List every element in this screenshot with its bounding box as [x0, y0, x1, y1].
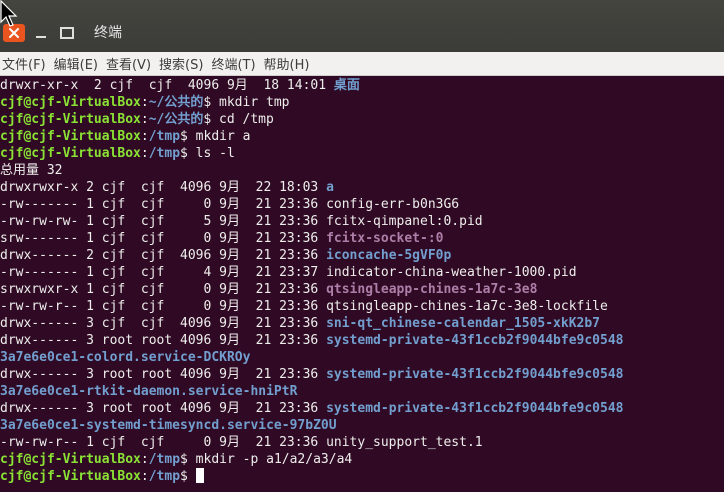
prompt-user: cjf@cjf-VirtualBox — [0, 129, 141, 144]
socket-name: qtsingleapp-chines-1a7c-3e8 — [326, 282, 538, 297]
minimize-icon — [36, 36, 46, 38]
text-segment: drwx------ 3 root root 4096 9月 21 23:36 — [0, 333, 327, 348]
prompt-path: /tmp — [148, 452, 181, 467]
directory-name: systemd-private-43f1ccb2f9044bfe9c0548 — [326, 333, 624, 348]
prompt-line: cjf@cjf-VirtualBox:/tmp$ ls -l — [0, 145, 235, 162]
menu-bar: 文件(F) 编辑(E) 查看(V) 搜索(S) 终端(T) 帮助(H) — [0, 52, 724, 76]
directory-name: iconcache-5gVF0p — [326, 248, 452, 263]
text-segment: drwx------ 3 root root 4096 9月 21 23:36 — [0, 367, 327, 382]
output-line: -rw------- 1 cjf cjf 4 9月 21 23:37 indic… — [0, 264, 577, 281]
text-segment: drwx------ 2 cjf cjf 4096 9月 21 23:36 — [0, 248, 327, 263]
text-segment: -rw------- 1 cjf cjf 0 9月 21 23:36 confi… — [0, 197, 460, 212]
window-title: 终端 — [94, 25, 122, 41]
text-segment: srw------- 1 cjf cjf 0 9月 21 23:36 — [0, 231, 327, 246]
terminal-output[interactable]: drwxr-xr-x 2 cjf cjf 4096 9月 18 14:01 桌面… — [0, 76, 724, 492]
prompt-line: cjf@cjf-VirtualBox:~/公共的$ mkdir tmp — [0, 94, 289, 111]
directory-name: 3a7e6e0ce1-rtkit-daemon.service-hniPtR — [0, 384, 298, 399]
prompt-user: cjf@cjf-VirtualBox — [0, 452, 141, 467]
prompt-user: cjf@cjf-VirtualBox — [0, 112, 141, 127]
text-segment: srwxrwxr-x 1 cjf cjf 0 9月 21 23:36 — [0, 282, 327, 297]
directory-name: sni-qt_chinese-calendar_1505-xkK2b7 — [326, 316, 601, 331]
text-segment: drwx------ 3 root root 4096 9月 21 23:36 — [0, 401, 327, 416]
output-line: drwx------ 3 root root 4096 9月 21 23:36 … — [0, 332, 624, 349]
menu-file[interactable]: 文件(F) — [0, 54, 52, 73]
menu-edit[interactable]: 编辑(E) — [52, 54, 104, 73]
menu-terminal[interactable]: 终端(T) — [209, 54, 261, 73]
output-line: -rw-rw-r-- 1 cjf cjf 0 9月 21 23:36 qtsin… — [0, 298, 608, 315]
minimize-button[interactable] — [30, 24, 52, 42]
text-segment: : — [140, 95, 149, 110]
text-segment: $ ls -l — [180, 146, 235, 161]
output-line: 3a7e6e0ce1-systemd-timesyncd.service-97b… — [0, 417, 337, 434]
output-line: drwxrwxr-x 2 cjf cjf 4096 9月 22 18:03 a — [0, 179, 334, 196]
text-segment: $ — [180, 469, 196, 484]
directory-name: systemd-private-43f1ccb2f9044bfe9c0548 — [326, 401, 624, 416]
prompt-line: cjf@cjf-VirtualBox:/tmp$ — [0, 468, 204, 485]
prompt-path: /tmp — [148, 146, 181, 161]
text-segment: drwx------ 3 cjf cjf 4096 9月 21 23:36 — [0, 316, 327, 331]
text-segment: : — [140, 146, 149, 161]
menu-search[interactable]: 搜索(S) — [157, 54, 209, 73]
menu-view[interactable]: 查看(V) — [104, 54, 157, 73]
text-segment: drwxr-xr-x 2 cjf cjf 4096 9月 18 14:01 — [0, 78, 334, 93]
menu-help[interactable]: 帮助(H) — [262, 54, 316, 73]
directory-name: 3a7e6e0ce1-colord.service-DCKROy — [0, 350, 251, 365]
text-segment: : — [140, 112, 149, 127]
directory-name: 3a7e6e0ce1-systemd-timesyncd.service-97b… — [0, 418, 337, 433]
prompt-line: cjf@cjf-VirtualBox:/tmp$ mkdir -p a1/a2/… — [0, 451, 352, 468]
text-segment: -rw-rw-r-- 1 cjf cjf 0 9月 21 23:36 qtsin… — [0, 299, 608, 314]
directory-name: systemd-private-43f1ccb2f9044bfe9c0548 — [326, 367, 624, 382]
output-line: 3a7e6e0ce1-rtkit-daemon.service-hniPtR — [0, 383, 297, 400]
text-segment: -rw-rw-r-- 1 cjf cjf 0 9月 21 23:36 unity… — [0, 435, 483, 450]
prompt-user: cjf@cjf-VirtualBox — [0, 469, 141, 484]
prompt-path: /tmp — [148, 129, 181, 144]
output-line: -rw-rw-r-- 1 cjf cjf 0 9月 21 23:36 unity… — [0, 434, 483, 451]
output-line: drwx------ 3 cjf cjf 4096 9月 21 23:36 sn… — [0, 315, 600, 332]
prompt-path: /tmp — [148, 469, 181, 484]
prompt-line: cjf@cjf-VirtualBox:~/公共的$ cd /tmp — [0, 111, 274, 128]
output-line: -rw-rw-rw- 1 cjf cjf 5 9月 21 23:36 fcitx… — [0, 213, 483, 230]
text-segment: : — [140, 129, 149, 144]
prompt-path: ~/公共的 — [148, 112, 204, 127]
socket-name: fcitx-socket-:0 — [326, 231, 444, 246]
output-line: drwx------ 3 root root 4096 9月 21 23:36 … — [0, 400, 624, 417]
text-segment: : — [140, 452, 149, 467]
directory-name: a — [326, 180, 334, 195]
output-line: drwx------ 2 cjf cjf 4096 9月 21 23:36 ic… — [0, 247, 451, 264]
window-titlebar[interactable]: 终端 — [0, 0, 724, 52]
output-line: -rw------- 1 cjf cjf 0 9月 21 23:36 confi… — [0, 196, 459, 213]
prompt-user: cjf@cjf-VirtualBox — [0, 95, 141, 110]
text-segment: $ mkdir -p a1/a2/a3/a4 — [180, 452, 353, 467]
output-line: srw------- 1 cjf cjf 0 9月 21 23:36 fcitx… — [0, 230, 443, 247]
maximize-icon — [60, 27, 74, 39]
directory-name: 桌面 — [333, 78, 360, 93]
text-segment: 总用量 32 — [0, 163, 63, 178]
text-cursor — [195, 468, 204, 483]
text-segment: $ cd /tmp — [203, 112, 274, 127]
mouse-pointer-icon — [0, 0, 18, 27]
text-segment: : — [140, 469, 149, 484]
text-segment: -rw-rw-rw- 1 cjf cjf 5 9月 21 23:36 fcitx… — [0, 214, 483, 229]
text-segment: $ mkdir a — [180, 129, 251, 144]
prompt-path: ~/公共的 — [148, 95, 204, 110]
maximize-button[interactable] — [56, 24, 78, 42]
prompt-user: cjf@cjf-VirtualBox — [0, 146, 141, 161]
output-line: 3a7e6e0ce1-colord.service-DCKROy — [0, 349, 250, 366]
output-line: 总用量 32 — [0, 162, 62, 179]
text-segment: $ mkdir tmp — [203, 95, 290, 110]
output-line: drwx------ 3 root root 4096 9月 21 23:36 … — [0, 366, 624, 383]
text-segment: drwxrwxr-x 2 cjf cjf 4096 9月 22 18:03 — [0, 180, 327, 195]
output-line: drwxr-xr-x 2 cjf cjf 4096 9月 18 14:01 桌面 — [0, 77, 360, 94]
output-line: srwxrwxr-x 1 cjf cjf 0 9月 21 23:36 qtsin… — [0, 281, 537, 298]
text-segment: -rw------- 1 cjf cjf 4 9月 21 23:37 indic… — [0, 265, 577, 280]
prompt-line: cjf@cjf-VirtualBox:/tmp$ mkdir a — [0, 128, 250, 145]
